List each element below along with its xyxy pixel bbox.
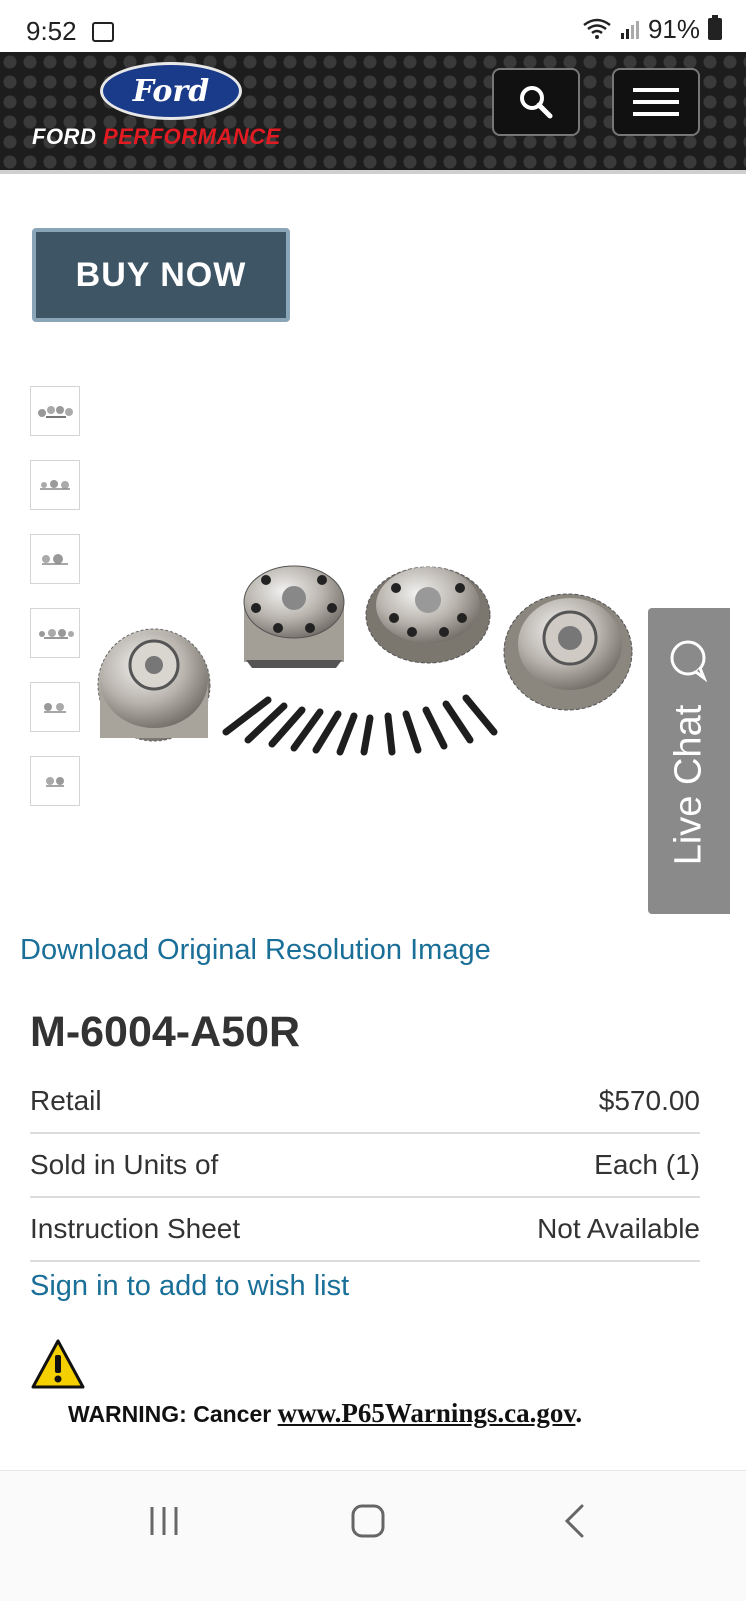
cam-phaser-3 — [365, 566, 491, 664]
recent-apps-icon — [150, 1507, 178, 1535]
bolt-set — [222, 694, 498, 756]
thumbnail-1[interactable] — [30, 386, 80, 436]
spec-value: Each (1) — [594, 1149, 700, 1180]
status-indicators: 91% — [582, 14, 722, 44]
system-nav-bar — [0, 1470, 746, 1601]
wifi-icon — [583, 18, 611, 39]
home-icon — [351, 1504, 385, 1538]
status-time: 9:52 — [26, 16, 77, 46]
menu-icon — [633, 88, 679, 116]
menu-button[interactable] — [612, 68, 700, 136]
cam-phaser-2 — [243, 565, 345, 668]
thumbnail-5[interactable] — [30, 682, 80, 732]
back-icon — [564, 1504, 584, 1538]
spec-table: Retail $570.00 Sold in Units of Each (1)… — [30, 1070, 700, 1262]
cam-phaser-4 — [503, 593, 633, 711]
part-number: M-6004-A50R — [30, 1008, 301, 1056]
thumbnail-image — [44, 703, 66, 713]
brand-ford: FORD — [32, 124, 97, 149]
live-chat-tab[interactable]: Live Chat — [648, 608, 730, 914]
download-image-link[interactable]: Download Original Resolution Image — [20, 934, 491, 967]
battery-icon — [708, 15, 722, 40]
thumbnail-image — [46, 777, 64, 787]
product-image[interactable] — [96, 560, 636, 770]
spec-value: $570.00 — [598, 1085, 700, 1116]
prop65-warning: WARNING: Cancer www.P65Warnings.ca.gov. — [68, 1398, 582, 1429]
image-notification-icon — [92, 22, 114, 42]
status-bar: 9:52 91% — [0, 0, 746, 52]
thumbnail-3[interactable] — [30, 534, 80, 584]
p65-warnings-link[interactable]: www.P65Warnings.ca.gov — [278, 1398, 576, 1428]
ford-logo[interactable]: Ford — [100, 62, 242, 120]
back-button[interactable] — [544, 1499, 604, 1543]
spec-row-units: Sold in Units of Each (1) — [30, 1134, 700, 1198]
spec-label: Instruction Sheet — [30, 1213, 241, 1244]
warning-label: WARNING: Cancer — [68, 1401, 278, 1427]
thumbnail-image — [38, 406, 73, 418]
ford-logo-text: Ford — [132, 73, 210, 109]
site-header: Ford FORD PERFORMANCE — [0, 52, 746, 174]
thumbnail-4[interactable] — [30, 608, 80, 658]
thumbnail-2[interactable] — [30, 460, 80, 510]
battery-percent: 91% — [647, 13, 700, 44]
signal-icon — [620, 21, 639, 39]
cam-phaser-1 — [97, 628, 211, 742]
spec-row-instructions: Instruction Sheet Not Available — [30, 1198, 700, 1262]
live-chat-label: Live Chat — [667, 705, 710, 866]
thumbnail-6[interactable] — [30, 756, 80, 806]
spec-value: Not Available — [537, 1213, 700, 1244]
buy-now-button[interactable]: BUY NOW — [32, 228, 290, 322]
spec-row-retail: Retail $570.00 — [30, 1070, 700, 1134]
brand-performance: PERFORMANCE — [102, 124, 281, 149]
search-button[interactable] — [492, 68, 580, 136]
spec-label: Retail — [30, 1085, 102, 1116]
chat-bubble-icon — [670, 640, 708, 682]
sign-in-wishlist-link[interactable]: Sign in to add to wish list — [30, 1270, 349, 1303]
search-icon — [520, 86, 553, 119]
thumbnail-list — [30, 386, 82, 830]
thumbnail-image — [42, 554, 68, 565]
recent-apps-button[interactable] — [134, 1499, 194, 1543]
spec-label: Sold in Units of — [30, 1149, 219, 1180]
ford-performance-wordmark[interactable]: FORD PERFORMANCE — [32, 124, 281, 150]
warning-icon — [31, 1339, 85, 1389]
warning-suffix: . — [575, 1398, 583, 1428]
home-button[interactable] — [338, 1499, 398, 1543]
thumbnail-image — [39, 629, 74, 639]
thumbnail-image — [40, 480, 70, 490]
